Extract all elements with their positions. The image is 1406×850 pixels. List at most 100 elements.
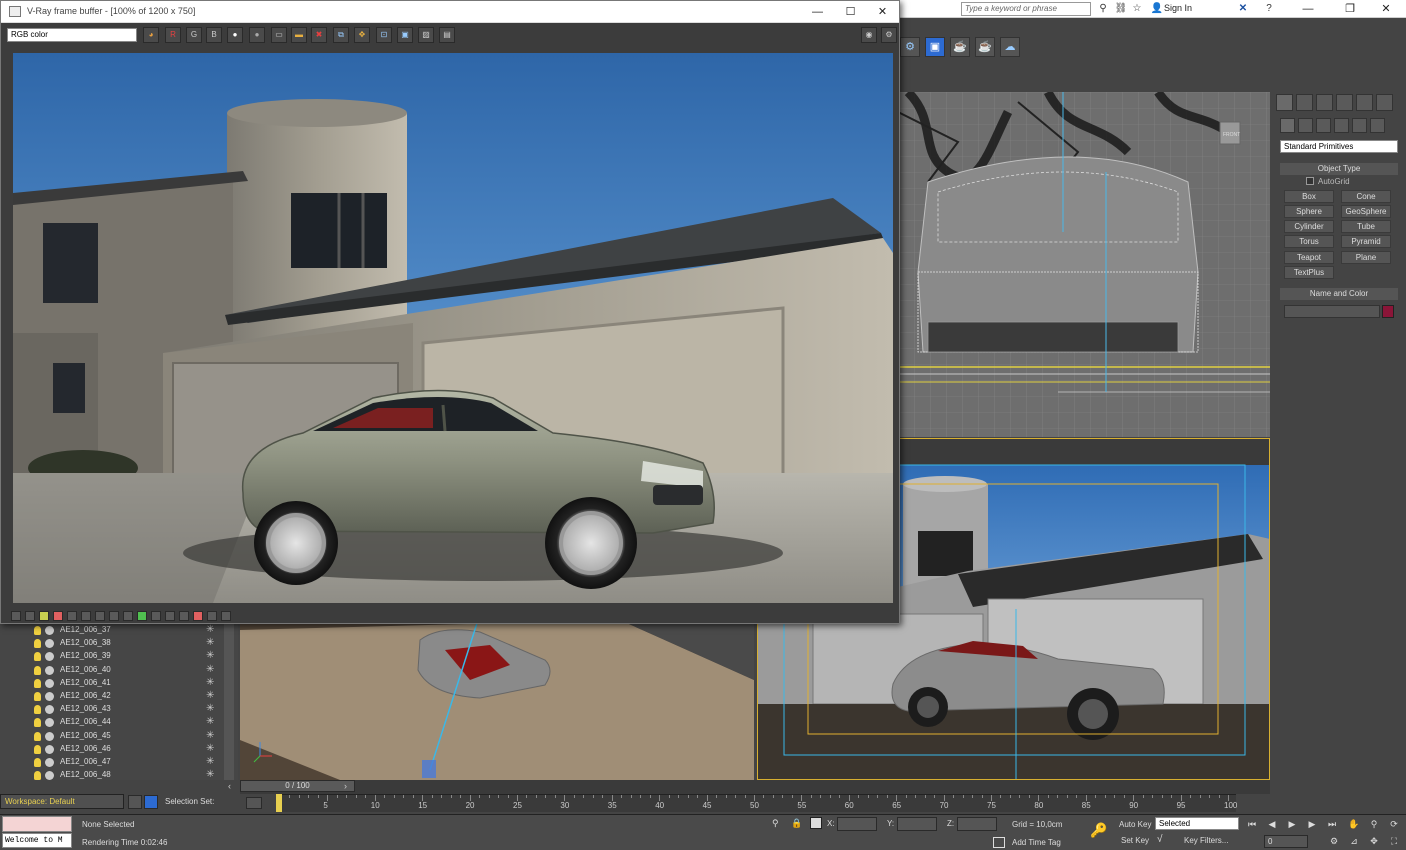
light-bulb-icon[interactable] [34,678,41,688]
cylinder-button[interactable]: Cylinder [1284,220,1334,233]
cone-button[interactable]: Cone [1341,190,1391,203]
textplus-button[interactable]: TextPlus [1284,266,1334,279]
vfb-bottom-settings-icon[interactable] [11,611,21,621]
maximize-viewport-icon[interactable]: ⛶ [1386,834,1402,848]
share-icon[interactable]: ⛓ [1114,2,1128,16]
render-setup-icon[interactable]: ⚙ [900,37,920,57]
x-coord-field[interactable] [837,817,877,831]
key-icon[interactable]: 🔑 [1090,822,1112,838]
absolute-mode-icon[interactable] [810,817,822,829]
light-bulb-icon[interactable] [34,758,41,767]
auto-key-button[interactable]: Auto Key [1119,820,1151,829]
vfb-close-button[interactable]: ✕ [866,1,899,23]
favorites-icon[interactable]: ☆ [1130,2,1144,16]
rendered-frame-window-icon[interactable]: ▣ [925,37,945,57]
time-next-icon[interactable]: › [344,781,354,793]
freeze-icon[interactable]: ✳ [206,664,214,675]
vfb-minimize-button[interactable]: — [801,1,834,23]
max-maximize-button[interactable]: ❐ [1330,0,1370,18]
mono-channel-icon[interactable]: ● [249,27,265,43]
walkthrough-icon[interactable]: ✥ [1366,834,1382,848]
visibility-icon[interactable] [45,652,54,662]
vfb-maximize-button[interactable]: ☐ [834,1,867,23]
next-frame-icon[interactable]: ▶ [1304,817,1320,831]
visibility-icon[interactable] [45,678,54,688]
hierarchy-tab-icon[interactable] [1316,94,1333,111]
vfb-bottom-lens-icon[interactable] [25,611,35,621]
rendered-image[interactable] [13,53,893,603]
help-icon[interactable]: ? [1262,2,1276,16]
frame-ruler[interactable]: 5 10 15 20 25 30 35 40 45 50 55 60 65 70 75 80 85 90 95 100 [276,794,1237,812]
visibility-icon[interactable] [45,639,54,649]
z-coord-field[interactable] [957,817,997,831]
user-icon[interactable]: 👤 [1150,2,1164,16]
play-icon[interactable]: ▶ [1284,817,1300,831]
y-coord-field[interactable] [897,817,937,831]
perspective-viewport[interactable] [240,620,754,780]
vfb-bottom-lut-icon[interactable] [95,611,105,621]
light-bulb-icon[interactable] [34,626,41,635]
list-item[interactable]: AE12_006_44 ✳ [34,716,224,729]
render-production-icon[interactable]: ☕ [950,37,970,57]
visibility-icon[interactable] [45,758,54,767]
light-bulb-icon[interactable] [34,771,41,780]
render-cloud-icon[interactable]: ☁ [1000,37,1020,57]
time-tag-icon[interactable] [993,837,1005,848]
link-to-viewport-icon[interactable]: ▨ [418,27,434,43]
track-mouse-icon[interactable]: ✥ [354,27,370,43]
torus-button[interactable]: Torus [1284,235,1334,248]
time-slider[interactable]: 0 / 100 [240,780,355,792]
visibility-icon[interactable] [45,705,54,715]
list-item[interactable]: AE12_006_37 ✳ [34,624,224,637]
load-image-icon[interactable]: ▬ [291,27,307,43]
selection-set-icon[interactable] [144,795,158,809]
freeze-icon[interactable]: ✳ [206,769,214,780]
list-item[interactable]: AE12_006_38 ✳ [34,637,224,650]
render-channel-dropdown[interactable]: RGB color [7,28,137,42]
light-bulb-icon[interactable] [34,639,41,649]
primitive-type-dropdown[interactable]: Standard Primitives [1280,140,1398,153]
add-time-tag-button[interactable]: Add Time Tag [1012,838,1061,847]
motion-tab-icon[interactable] [1336,94,1353,111]
vfb-bottom-levels-icon[interactable] [39,611,49,621]
freeze-icon[interactable]: ✳ [206,624,214,635]
tube-button[interactable]: Tube [1341,220,1391,233]
frame-indicator[interactable] [276,794,282,812]
timeline-track[interactable] [240,780,1270,794]
list-item[interactable]: AE12_006_48 ✳ [34,769,224,780]
vfb-bottom-stamp-icon[interactable] [221,611,231,621]
vfb-bottom-icc-icon[interactable] [123,611,133,621]
list-item[interactable]: AE12_006_46 ✳ [34,743,224,756]
clear-image-icon[interactable]: ✖ [311,27,327,43]
layers-icon[interactable] [128,795,142,809]
vfb-bottom-exposure-icon[interactable] [67,611,77,621]
goto-end-icon[interactable]: ⏭ [1324,817,1340,831]
visibility-icon[interactable] [45,744,54,754]
freeze-icon[interactable]: ✳ [206,756,214,767]
zoom-icon[interactable]: ⚲ [1366,817,1382,831]
blue-channel-button[interactable]: B [206,27,222,43]
region-render-icon[interactable]: ⊡ [376,27,392,43]
key-filters-button[interactable]: Key Filters... [1184,836,1228,845]
vfb-bottom-hdr-icon[interactable] [179,611,189,621]
freeze-icon[interactable]: ✳ [206,730,214,741]
field-of-view-icon[interactable]: ⊿ [1346,834,1362,848]
object-name-field[interactable] [1284,305,1380,318]
vfb-bottom-vert-icon[interactable] [207,611,217,621]
list-item[interactable]: AE12_006_43 ✳ [34,703,224,716]
vfb-bottom-clamp-icon[interactable] [165,611,175,621]
render-iterative-icon[interactable]: ☕ [975,37,995,57]
teapot-button[interactable]: Teapot [1284,251,1334,264]
time-config-icon[interactable]: ⚙ [1326,834,1342,848]
sphere-button[interactable]: Sphere [1284,205,1334,218]
maxscript-listener-input[interactable] [2,816,72,832]
geometry-icon[interactable] [1280,118,1295,133]
freeze-icon[interactable]: ✳ [206,690,214,701]
red-channel-button[interactable]: R [165,27,181,43]
plane-button[interactable]: Plane [1341,251,1391,264]
time-prev-icon[interactable]: ‹ [228,781,238,793]
workspace-dropdown[interactable]: Workspace: Default [0,794,124,809]
orbit-icon[interactable]: ⟳ [1386,817,1402,831]
current-frame-field[interactable]: 0 [1264,835,1308,848]
isolate-icon[interactable]: ⚲ [772,818,782,830]
